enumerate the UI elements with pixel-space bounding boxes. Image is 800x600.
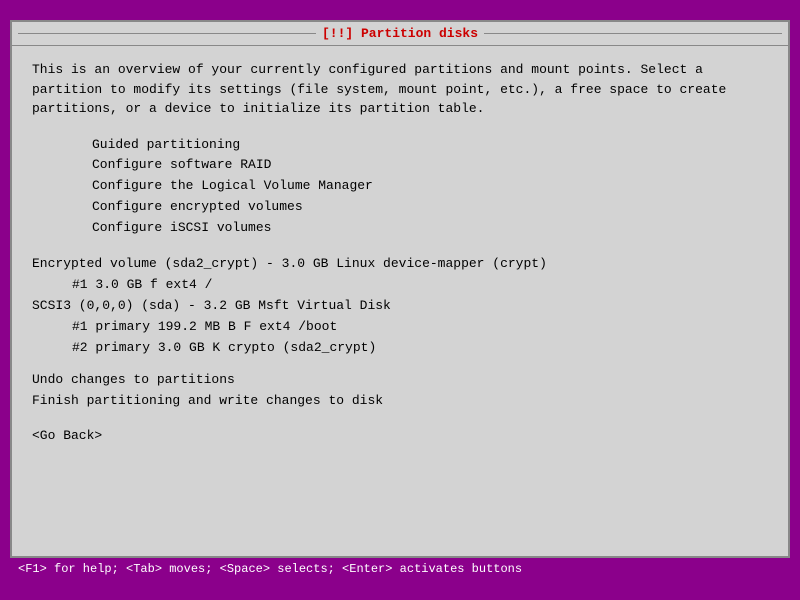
title-bar-line-right <box>484 33 782 34</box>
dialog-title: [!!] Partition disks <box>322 26 478 41</box>
menu-item-lvm[interactable]: Configure the Logical Volume Manager <box>92 176 768 197</box>
dialog: [!!] Partition disks This is an overview… <box>10 20 790 558</box>
title-bar: [!!] Partition disks <box>12 22 788 46</box>
status-bar: <F1> for help; <Tab> moves; <Space> sele… <box>10 558 790 580</box>
finish-action[interactable]: Finish partitioning and write changes to… <box>32 391 768 412</box>
undo-action[interactable]: Undo changes to partitions <box>32 370 768 391</box>
partition-section: Encrypted volume (sda2_crypt) - 3.0 GB L… <box>32 254 768 358</box>
go-back-button[interactable]: <Go Back> <box>32 428 768 443</box>
scsi-part2[interactable]: #2 primary 3.0 GB K crypto (sda2_crypt) <box>72 338 768 359</box>
description-text: This is an overview of your currently co… <box>32 60 768 119</box>
screen: [!!] Partition disks This is an overview… <box>10 20 790 580</box>
actions-section: Undo changes to partitions Finish partit… <box>32 370 768 412</box>
menu-item-raid[interactable]: Configure software RAID <box>92 155 768 176</box>
scsi-part1[interactable]: #1 primary 199.2 MB B F ext4 /boot <box>72 317 768 338</box>
dialog-content: This is an overview of your currently co… <box>12 46 788 556</box>
menu-list: Guided partitioning Configure software R… <box>92 135 768 239</box>
scsi-device-label[interactable]: SCSI3 (0,0,0) (sda) - 3.2 GB Msft Virtua… <box>32 296 768 317</box>
encrypted-volume-label[interactable]: Encrypted volume (sda2_crypt) - 3.0 GB L… <box>32 254 768 275</box>
finish-action-text[interactable]: Finish partitioning and write changes to… <box>32 393 383 408</box>
menu-item-encrypted[interactable]: Configure encrypted volumes <box>92 197 768 218</box>
title-bar-line-left <box>18 33 316 34</box>
enc-part1[interactable]: #1 3.0 GB f ext4 / <box>72 275 768 296</box>
menu-item-guided[interactable]: Guided partitioning <box>92 135 768 156</box>
menu-item-iscsi[interactable]: Configure iSCSI volumes <box>92 218 768 239</box>
